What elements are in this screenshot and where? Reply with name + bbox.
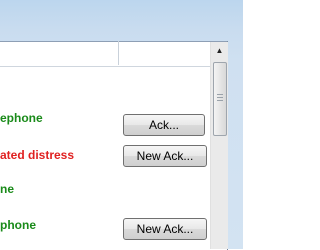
new-ack-button-1[interactable]: New Ack... — [123, 145, 207, 167]
ack-button[interactable]: Ack... — [123, 114, 205, 136]
alarm-row-1-text: ephone — [0, 111, 43, 125]
alarm-row-2-text: ated distress — [0, 148, 75, 162]
scroll-up-arrow-icon[interactable]: ▲ — [211, 42, 228, 59]
grip-line — [217, 94, 223, 95]
vertical-scrollbar[interactable]: ▲ — [210, 42, 228, 249]
list-header — [0, 41, 227, 67]
column-divider[interactable] — [118, 41, 119, 65]
grip-line — [217, 97, 223, 98]
alarm-row-4-text: phone — [0, 218, 36, 232]
grip-line — [217, 100, 223, 101]
scroll-thumb[interactable] — [213, 62, 227, 136]
alarm-row-3-text: ne — [0, 182, 15, 196]
new-ack-button-2[interactable]: New Ack... — [123, 218, 207, 240]
